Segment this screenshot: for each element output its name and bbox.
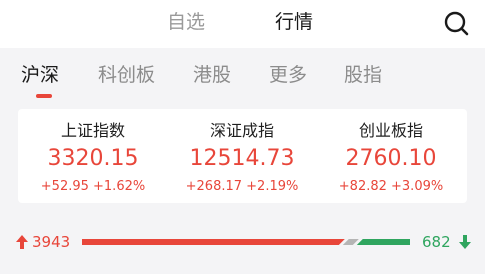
advancers-count: 3943	[32, 233, 71, 251]
tab-more[interactable]: 更多	[269, 62, 307, 88]
market-breadth[interactable]: 3943 682	[0, 228, 485, 258]
index-card: 上证指数 3320.15 +52.95 +1.62% 深证成指 12514.73…	[18, 109, 467, 203]
index-chinext[interactable]: 创业板指 2760.10 +82.82 +3.09%	[316, 109, 466, 203]
search-icon[interactable]	[440, 8, 472, 40]
tab-star-market[interactable]: 科创板	[98, 62, 155, 88]
flat-bar	[342, 239, 359, 245]
index-shanghai[interactable]: 上证指数 3320.15 +52.95 +1.62%	[18, 109, 168, 203]
arrow-down-icon	[458, 234, 472, 250]
index-name: 创业板指	[358, 121, 423, 140]
decliners-count: 682	[422, 233, 451, 251]
index-change: +52.95 +1.62%	[40, 179, 146, 194]
index-value: 3320.15	[47, 146, 139, 171]
top-nav: 自选 行情	[0, 0, 485, 48]
market-tabs: 沪深 科创板 港股 更多 股指	[0, 48, 485, 100]
advancers-bar	[82, 239, 345, 245]
tab-watchlist[interactable]: 自选	[167, 9, 205, 35]
tab-hong-kong[interactable]: 港股	[193, 62, 231, 88]
tab-stock-index[interactable]: 股指	[344, 62, 382, 88]
index-shenzhen[interactable]: 深证成指 12514.73 +268.17 +2.19%	[167, 109, 317, 203]
index-value: 12514.73	[189, 146, 295, 171]
decliners-bar	[356, 239, 410, 245]
index-value: 2760.10	[345, 146, 437, 171]
index-name: 上证指数	[60, 121, 125, 140]
active-tab-indicator	[36, 94, 52, 98]
index-change: +268.17 +2.19%	[185, 179, 299, 194]
index-change: +82.82 +3.09%	[338, 179, 444, 194]
index-name: 深证成指	[209, 121, 274, 140]
tab-shanghai-shenzhen[interactable]: 沪深	[21, 62, 59, 88]
breadth-bar	[82, 239, 410, 245]
arrow-up-icon	[15, 234, 29, 250]
tab-market[interactable]: 行情	[275, 9, 313, 35]
